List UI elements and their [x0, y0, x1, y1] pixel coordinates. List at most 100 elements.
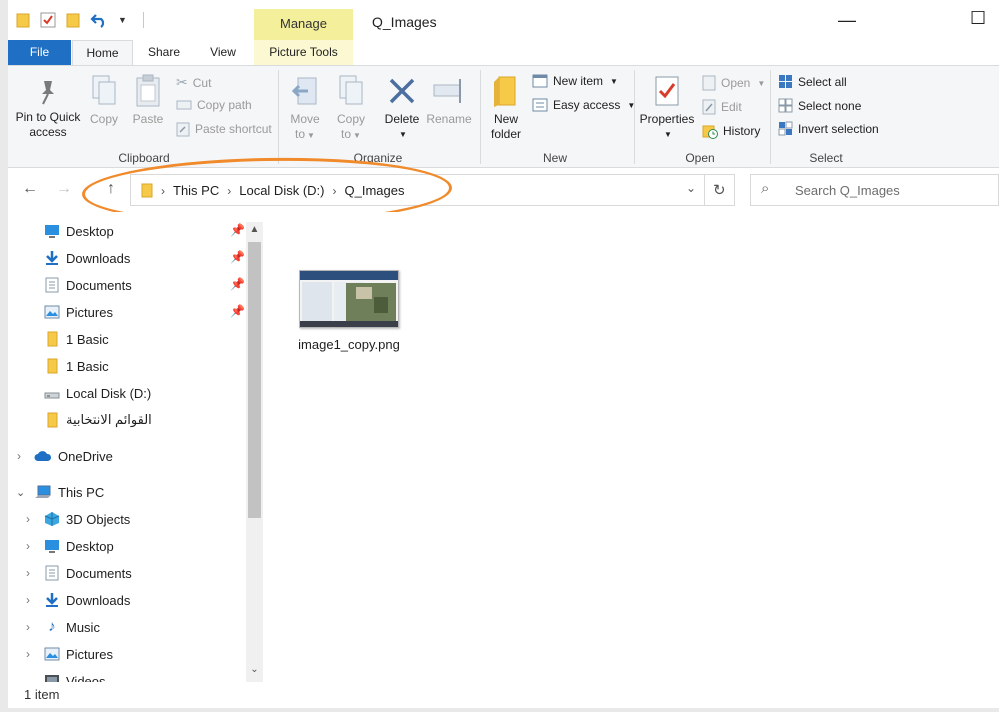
copy-button[interactable]: Copy [85, 74, 123, 127]
address-bar[interactable]: › This PC › Local Disk (D:) › Q_Images ⌄ [130, 174, 705, 206]
nav-item-pictures[interactable]: Pictures [44, 641, 113, 667]
paste-shortcut-label: Paste shortcut [195, 122, 272, 136]
copy-to-icon [339, 75, 363, 105]
new-item-button[interactable]: New item ▼ [532, 74, 618, 88]
edit-label: Edit [721, 100, 742, 114]
pin-icon [42, 81, 54, 105]
undo-icon[interactable] [90, 12, 108, 28]
nav-item-downloads[interactable]: Downloads [44, 587, 130, 613]
nav-item-documents[interactable]: Documents [44, 560, 132, 586]
tab-view[interactable]: View [196, 40, 250, 65]
expand-pictures-chevron-icon[interactable]: › [26, 641, 30, 667]
scroll-down-arrow-icon[interactable]: ⌄ [248, 664, 261, 675]
window-title: Q_Images [372, 14, 437, 30]
minimize-button[interactable]: — [838, 10, 856, 31]
maximize-button[interactable]: ☐ [970, 8, 986, 29]
copy-to-label-1: Copy [336, 112, 365, 126]
image-thumbnail-icon [299, 270, 399, 328]
nav-item-label: Documents [66, 277, 132, 293]
nav-item-arabic-folder[interactable]: القوائم الانتخابية [44, 407, 152, 433]
delete-button[interactable]: Delete ▼ [380, 74, 424, 142]
breadcrumb-chevron-icon[interactable]: › [227, 184, 231, 198]
new-folder-button[interactable]: New folder [486, 74, 526, 142]
move-to-label-2: to [295, 127, 306, 141]
history-button[interactable]: History [702, 123, 760, 139]
expand-3d-objects-chevron-icon[interactable]: › [26, 506, 30, 532]
breadcrumb-local-disk[interactable]: Local Disk (D:) [239, 183, 324, 198]
nav-item-downloads[interactable]: Downloads [44, 245, 130, 271]
nav-item-1-basic[interactable]: 1 Basic [44, 353, 109, 379]
collapse-this-pc-chevron-icon[interactable]: ⌄ [16, 479, 25, 505]
breadcrumb-this-pc[interactable]: This PC [173, 183, 219, 198]
nav-item-pictures[interactable]: Pictures [44, 299, 113, 325]
new-folder-icon[interactable] [66, 12, 80, 28]
move-to-button[interactable]: Move to ▼ [286, 74, 324, 143]
properties-button[interactable]: Properties ▼ [636, 74, 698, 142]
customize-qat-chevron-icon[interactable]: ▼ [118, 15, 127, 25]
paste-button[interactable]: Paste [128, 74, 168, 127]
pin-icon[interactable]: 📌 [230, 250, 245, 264]
tab-picture-tools[interactable]: Picture Tools [254, 40, 353, 65]
nav-item-desktop[interactable]: Desktop [44, 218, 114, 244]
expand-downloads-chevron-icon[interactable]: › [26, 587, 30, 613]
open-button[interactable]: Open ▼ [702, 75, 765, 91]
copy-path-button[interactable]: Copy path [176, 98, 252, 112]
nav-item-desktop[interactable]: Desktop [44, 533, 114, 559]
file-list[interactable]: image1_copy.png [264, 212, 999, 682]
nav-item-onedrive[interactable]: OneDrive [34, 443, 113, 469]
manage-context-tab[interactable]: Manage [254, 16, 353, 31]
breadcrumb-chevron-icon[interactable]: › [332, 184, 336, 198]
nav-scrollbar-thumb[interactable] [248, 242, 261, 518]
tab-home[interactable]: Home [72, 40, 133, 65]
pin-to-quick-access-button[interactable]: Pin to Quick access [12, 78, 84, 140]
nav-item-documents[interactable]: Documents [44, 272, 132, 298]
refresh-button[interactable]: ↻ [705, 174, 735, 206]
move-to-icon [291, 77, 317, 105]
nav-item-1-basic[interactable]: 1 Basic [44, 326, 109, 352]
expand-desktop-chevron-icon[interactable]: › [26, 533, 30, 559]
nav-item-3d-objects[interactable]: 3D Objects [44, 506, 130, 532]
nav-item-label: Downloads [66, 592, 131, 608]
breadcrumb-q-images[interactable]: Q_Images [344, 183, 404, 198]
nav-item-local-disk[interactable]: Local Disk (D:) [44, 380, 151, 406]
music-note-icon: ♪ [48, 618, 56, 635]
pin-icon[interactable]: 📌 [230, 304, 245, 318]
copy-to-button[interactable]: Copy to ▼ [332, 74, 370, 143]
breadcrumb-chevron-icon[interactable]: › [161, 184, 165, 198]
invert-selection-button[interactable]: Invert selection [778, 121, 879, 136]
scroll-up-arrow-icon[interactable]: ▲ [248, 224, 261, 235]
pin-icon[interactable]: 📌 [230, 223, 245, 237]
nav-item-videos[interactable]: Videos [44, 668, 106, 682]
rename-button[interactable]: Rename [426, 74, 472, 127]
properties-check-icon[interactable] [40, 12, 56, 28]
documents-icon [45, 277, 59, 293]
folder-icon[interactable] [16, 12, 30, 28]
nav-item-this-pc[interactable]: This PC [34, 479, 104, 505]
pin-label-2: access [29, 125, 67, 139]
select-none-button[interactable]: Select none [778, 98, 861, 113]
pin-icon[interactable]: 📌 [230, 277, 245, 291]
breadcrumb: › This PC › Local Disk (D:) › Q_Images [141, 183, 404, 198]
edit-icon [702, 99, 716, 115]
expand-onedrive-chevron-icon[interactable]: › [17, 443, 21, 469]
up-arrow-icon[interactable]: ↑ [107, 180, 115, 198]
forward-arrow-icon[interactable]: → [56, 180, 72, 198]
recent-locations-chevron-icon[interactable]: ⌄ [83, 182, 91, 193]
nav-item-music[interactable]: ♪ Music [44, 614, 100, 640]
expand-music-chevron-icon[interactable]: › [26, 614, 30, 640]
select-all-button[interactable]: Select all [778, 74, 847, 89]
edit-button[interactable]: Edit [702, 99, 742, 115]
easy-access-button[interactable]: Easy access ▼ [532, 98, 635, 112]
expand-documents-chevron-icon[interactable]: › [26, 560, 30, 586]
select-none-icon [778, 98, 793, 113]
tab-share[interactable]: Share [136, 40, 192, 65]
address-dropdown-chevron-icon[interactable]: ⌄ [686, 181, 696, 195]
paste-label: Paste [132, 112, 164, 126]
paste-shortcut-button[interactable]: Paste shortcut [176, 121, 272, 137]
back-arrow-icon[interactable]: ← [22, 180, 38, 198]
cut-button[interactable]: ✂ Cut [176, 74, 211, 91]
nav-item-label: 1 Basic [66, 331, 109, 347]
tab-file[interactable]: File [8, 40, 71, 65]
file-item[interactable]: image1_copy.png [294, 270, 404, 353]
search-box[interactable]: ⌕ Search Q_Images [750, 174, 999, 206]
